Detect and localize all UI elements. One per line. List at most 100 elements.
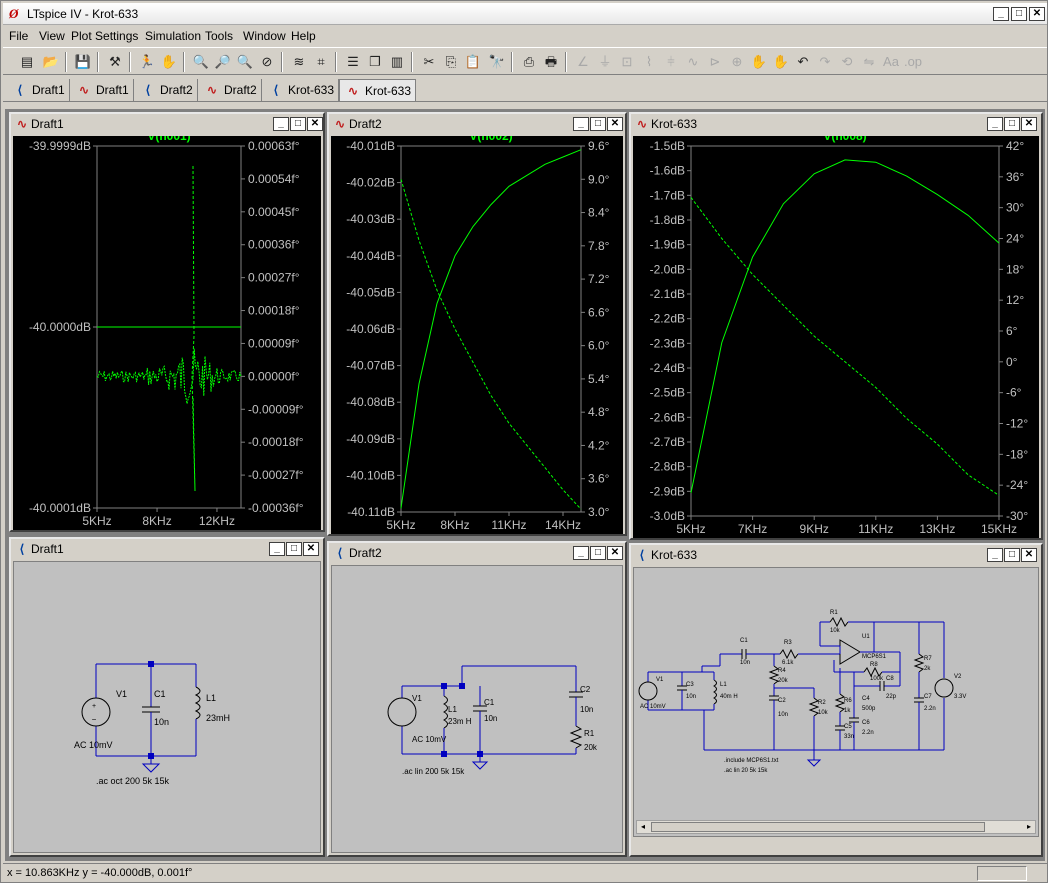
minimize-button[interactable]: _ (269, 542, 285, 556)
rotate-icon[interactable]: ⟲ (837, 52, 857, 72)
close-button[interactable]: ✕ (607, 546, 623, 560)
menu-tools[interactable]: Tools (205, 29, 233, 43)
wire-icon[interactable]: ∠ (573, 52, 593, 72)
menu-view[interactable]: View (39, 29, 65, 43)
close-button[interactable]: ✕ (1021, 548, 1037, 562)
move-icon[interactable]: ✋ (749, 52, 769, 72)
waveform-plot-krot633[interactable]: V(n008) -1.5dB -1.6dB -1.7dB -1.8dB -1.9dB -2.… (633, 136, 1039, 538)
minimize-button[interactable]: _ (273, 117, 289, 131)
y2-tick-label: -0.00027f° (248, 468, 304, 482)
minimize-button[interactable]: _ (573, 117, 589, 131)
zoom-out-icon[interactable]: 🔍 (235, 52, 255, 72)
minimize-button[interactable]: _ (993, 7, 1009, 21)
cascade-icon[interactable]: ❐ (365, 52, 385, 72)
copy-icon[interactable]: ⎘ (441, 52, 461, 72)
paste-icon[interactable]: 📋 (463, 52, 483, 72)
minimize-button[interactable]: _ (987, 117, 1003, 131)
zoom-in-icon[interactable]: 🔍 (191, 52, 211, 72)
cut-icon[interactable]: ✂ (419, 52, 439, 72)
plot-window-draft1[interactable]: ∿ Draft1 _ □ ✕ V(n001) -39.9999dB -40.0000… (9, 112, 325, 532)
schematic-draft2[interactable]: V1 AC 10mV L1 23m H C1 10n C2 10n R1 20k… (332, 566, 622, 852)
maximize-button[interactable]: □ (290, 117, 306, 131)
spice-directive-icon[interactable]: .op (903, 52, 923, 72)
inductor-icon[interactable]: ∿ (683, 52, 703, 72)
close-button[interactable]: ✕ (303, 542, 319, 556)
autorange-icon[interactable]: ≋ (289, 52, 309, 72)
horizontal-scrollbar[interactable]: ◂ ▸ (636, 820, 1036, 834)
waveform-plot-draft2[interactable]: V(n002) -40.01dB -40.02dB -40.03dB -40.04dB -… (331, 136, 623, 534)
menu-simulation[interactable]: Simulation (145, 29, 201, 43)
maximize-button[interactable]: □ (1011, 7, 1027, 21)
print-setup-icon[interactable]: ⎙ (519, 52, 539, 72)
scroll-left-icon[interactable]: ◂ (637, 821, 649, 833)
minimize-button[interactable]: _ (987, 548, 1003, 562)
schematic-window-draft2[interactable]: ⟨ Draft2 _ □ ✕ V1 AC 10mV L1 23m H C1 10… (327, 541, 627, 857)
scrollbar-thumb[interactable] (651, 822, 985, 832)
tab-draft2-plot[interactable]: ∿ Draft2 (199, 79, 262, 101)
close-button[interactable]: ✕ (1029, 7, 1045, 21)
control-panel-icon[interactable]: ⚒ (105, 52, 125, 72)
label-c1: C1 (740, 638, 748, 644)
y2-tick-label: 0.00009f° (248, 336, 300, 350)
menu-file[interactable]: File (9, 29, 28, 43)
waveform-pane[interactable]: V(n008) -1.5dB -1.6dB -1.7dB -1.8dB -1.9dB -2.… (633, 136, 1039, 538)
schematic-canvas[interactable]: V1 AC 10mV L1 23m H C1 10n C2 10n R1 20k… (331, 565, 623, 853)
waveform-pane[interactable]: V(n001) -39.9999dB -40.0000dB -40.0001dB 0.0… (13, 136, 321, 530)
menu-window[interactable]: Window (243, 29, 286, 43)
new-schematic-icon[interactable]: ▤ (17, 52, 37, 72)
maximize-button[interactable]: □ (1004, 548, 1020, 562)
tab-draft1-plot[interactable]: ∿ Draft1 (71, 79, 134, 101)
capacitor-icon[interactable]: ⫩ (661, 52, 681, 72)
run-icon[interactable]: 🏃 (137, 52, 157, 72)
menu-plot-settings[interactable]: Plot Settings (71, 29, 138, 43)
toolbar-separator (335, 52, 337, 72)
close-button[interactable]: ✕ (607, 117, 623, 131)
grid-icon[interactable]: ⌗ (311, 52, 331, 72)
plot-window-draft2[interactable]: ∿ Draft2 _ □ ✕ V(n002) -40.01dB -40.02dB -4… (327, 112, 627, 536)
y2-tick-label: -12° (1006, 417, 1028, 431)
label-net-icon[interactable]: ⊡ (617, 52, 637, 72)
schematic-window-krot633[interactable]: ⟨ Krot-633 _ □ ✕ V1 AC 10mV C3 10n L1 40… (629, 543, 1043, 857)
tab-draft2-schematic[interactable]: ⟨ Draft2 (135, 79, 198, 101)
save-icon[interactable]: 💾 (73, 52, 93, 72)
schematic-window-draft1[interactable]: ⟨ Draft1 _ □ ✕ + − V1 AC 10mV C1 10n L1 … (9, 537, 325, 857)
maximize-button[interactable]: □ (590, 546, 606, 560)
mirror-icon[interactable]: ⇋ (859, 52, 879, 72)
print-icon[interactable]: 🖶 (541, 52, 561, 72)
tab-krot633-schematic[interactable]: ⟨ Krot-633 (263, 79, 340, 101)
tile-horizontal-icon[interactable]: ☰ (343, 52, 363, 72)
tile-vertical-icon[interactable]: ▥ (387, 52, 407, 72)
undo-icon[interactable]: ↶ (793, 52, 813, 72)
close-button[interactable]: ✕ (1021, 117, 1037, 131)
schematic-draft1[interactable]: + − V1 AC 10mV C1 10n L1 23mH .ac oct 20… (14, 562, 320, 852)
maximize-button[interactable]: □ (590, 117, 606, 131)
drag-icon[interactable]: ✋ (771, 52, 791, 72)
halt-icon[interactable]: ✋ (159, 52, 179, 72)
close-button[interactable]: ✕ (307, 117, 323, 131)
component-icon[interactable]: ⊕ (727, 52, 747, 72)
schematic-krot633[interactable]: V1 AC 10mV C3 10n L1 40m H C1 10n R3 6.1… (634, 568, 1038, 836)
ground-icon[interactable]: ⏚ (595, 52, 615, 72)
schematic-canvas[interactable]: + − V1 AC 10mV C1 10n L1 23mH .ac oct 20… (13, 561, 321, 853)
pan-icon[interactable]: 🔎 (213, 52, 233, 72)
text-icon[interactable]: Aa (881, 52, 901, 72)
maximize-button[interactable]: □ (286, 542, 302, 556)
maximize-button[interactable]: □ (1004, 117, 1020, 131)
menu-help[interactable]: Help (291, 29, 316, 43)
waveform-plot-draft1[interactable]: V(n001) -39.9999dB -40.0000dB -40.0001dB 0.0… (13, 136, 321, 530)
resistor-icon[interactable]: ⌇ (639, 52, 659, 72)
scroll-right-icon[interactable]: ▸ (1023, 821, 1035, 833)
waveform-pane[interactable]: V(n002) -40.01dB -40.02dB -40.03dB -40.04dB -… (331, 136, 623, 534)
redo-icon[interactable]: ↷ (815, 52, 835, 72)
label-c6: C6 (862, 720, 870, 726)
find-icon[interactable]: 🔭 (487, 52, 507, 72)
y-tick-label: -40.10dB (346, 468, 395, 482)
minimize-button[interactable]: _ (573, 546, 589, 560)
plot-window-krot633[interactable]: ∿ Krot-633 _ □ ✕ V(n008) -1.5dB -1.6dB -1.7… (629, 112, 1043, 540)
zoom-fit-icon[interactable]: ⊘ (257, 52, 277, 72)
open-icon[interactable]: 📂 (41, 52, 61, 72)
tab-draft1-schematic[interactable]: ⟨ Draft1 (7, 79, 70, 101)
schematic-canvas[interactable]: V1 AC 10mV C3 10n L1 40m H C1 10n R3 6.1… (633, 567, 1039, 837)
diode-icon[interactable]: ⊳ (705, 52, 725, 72)
tab-krot633-plot[interactable]: ∿ Krot-633 (339, 79, 417, 101)
